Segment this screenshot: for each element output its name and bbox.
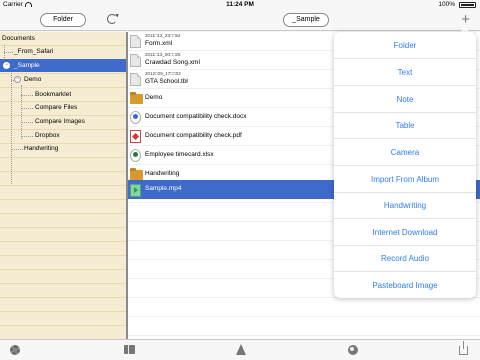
tree-item-label: Compare Images	[35, 118, 85, 125]
folder-icon	[130, 92, 143, 104]
battery-percent: 100%	[438, 1, 455, 8]
bottom-toolbar	[0, 339, 480, 360]
file-name: Demo	[145, 94, 163, 101]
excel-icon	[130, 149, 141, 162]
menu-item-internet-download[interactable]: Internet Download	[334, 219, 476, 246]
folder-tree: Documents _From_Safari − _Sample − Demo …	[0, 32, 126, 339]
file-name: Sample.mp4	[145, 185, 182, 192]
tree-item-label: Dropbox	[35, 132, 60, 139]
battery-icon	[459, 2, 476, 8]
file-name: Document compatibility check.pdf	[145, 132, 242, 139]
book-icon[interactable]	[124, 345, 135, 354]
gear-icon[interactable]	[10, 345, 20, 355]
tree-item-from-safari[interactable]: _From_Safari	[14, 45, 124, 58]
tree-connector	[11, 149, 23, 150]
tree-item-documents[interactable]: Documents	[2, 32, 122, 45]
file-date: 2012□29_17□□03	[145, 71, 181, 76]
tree-connector	[21, 122, 33, 123]
tree-item-bookmarklet[interactable]: Bookmarklet	[35, 88, 123, 101]
collapse-icon[interactable]: −	[14, 76, 21, 83]
tree-item-dropbox[interactable]: Dropbox	[35, 129, 123, 142]
tree-icon[interactable]	[236, 344, 246, 355]
file-name: GTA School.tbl	[145, 78, 188, 85]
file-date: 2011□12_23□□54	[145, 33, 181, 38]
document-icon	[130, 73, 141, 86]
folder-icon	[130, 168, 143, 180]
tree-item-compare-files[interactable]: Compare Files	[35, 101, 123, 114]
document-icon	[130, 54, 141, 67]
menu-item-folder[interactable]: Folder	[334, 32, 476, 59]
word-icon	[130, 111, 141, 124]
tree-item-sample[interactable]: − _Sample	[0, 59, 126, 72]
tree-connector	[21, 95, 33, 96]
file-name: Document compatibility check.docx	[145, 113, 247, 120]
file-name: Employee timecard.xlsx	[145, 151, 214, 158]
file-name: Form.xml	[145, 40, 173, 47]
collapse-icon[interactable]: −	[3, 62, 10, 69]
tree-item-label: Compare Files	[35, 104, 78, 111]
menu-item-pasteboard-image[interactable]: Pasteboard Image	[334, 272, 476, 298]
globe-icon[interactable]	[348, 345, 358, 355]
tree-item-handwriting[interactable]: Handwriting	[24, 142, 122, 155]
file-name: Handwriting	[145, 170, 180, 177]
menu-item-record-audio[interactable]: Record Audio	[334, 245, 476, 272]
status-time: 11:24 PM	[226, 1, 254, 8]
tree-item-compare-images[interactable]: Compare Images	[35, 115, 123, 128]
tree-connector	[21, 136, 33, 137]
menu-item-import-from-album[interactable]: Import From Album	[334, 166, 476, 193]
tree-item-demo[interactable]: − Demo	[0, 73, 124, 86]
menu-item-text[interactable]: Text	[334, 59, 476, 86]
tree-item-label: Bookmarklet	[35, 91, 72, 98]
folder-button[interactable]: Folder	[40, 13, 86, 27]
tree-item-label: Documents	[2, 35, 35, 42]
menu-item-note[interactable]: Note	[334, 86, 476, 113]
menu-item-camera[interactable]: Camera	[334, 139, 476, 166]
add-popover-menu: Folder Text Note Table Camera Import Fro…	[334, 32, 476, 298]
tree-item-label: Handwriting	[24, 145, 59, 152]
left-navbar: Folder	[0, 10, 127, 31]
tree-item-label: _From_Safari	[14, 48, 54, 55]
file-name: Crawdad Song.xml	[145, 59, 200, 66]
share-icon[interactable]	[459, 341, 468, 355]
current-folder-button[interactable]: _Sample	[283, 13, 329, 27]
add-icon[interactable]: +	[461, 11, 470, 28]
right-navbar: _Sample +	[128, 10, 480, 31]
menu-item-table[interactable]: Table	[334, 112, 476, 139]
status-bar: Carrier 11:24 PM 100%	[0, 0, 480, 10]
refresh-icon[interactable]	[107, 14, 117, 24]
tree-connector	[4, 52, 13, 53]
document-icon	[130, 35, 141, 48]
menu-item-handwriting[interactable]: Handwriting	[334, 192, 476, 219]
video-icon	[130, 184, 141, 197]
tree-connector	[21, 85, 22, 139]
tree-item-label: _Sample	[14, 62, 40, 69]
tree-connector	[21, 108, 33, 109]
tree-item-label: Demo	[24, 76, 42, 83]
pdf-icon	[130, 130, 141, 143]
file-date: 2011□13_00□□25	[145, 52, 181, 57]
